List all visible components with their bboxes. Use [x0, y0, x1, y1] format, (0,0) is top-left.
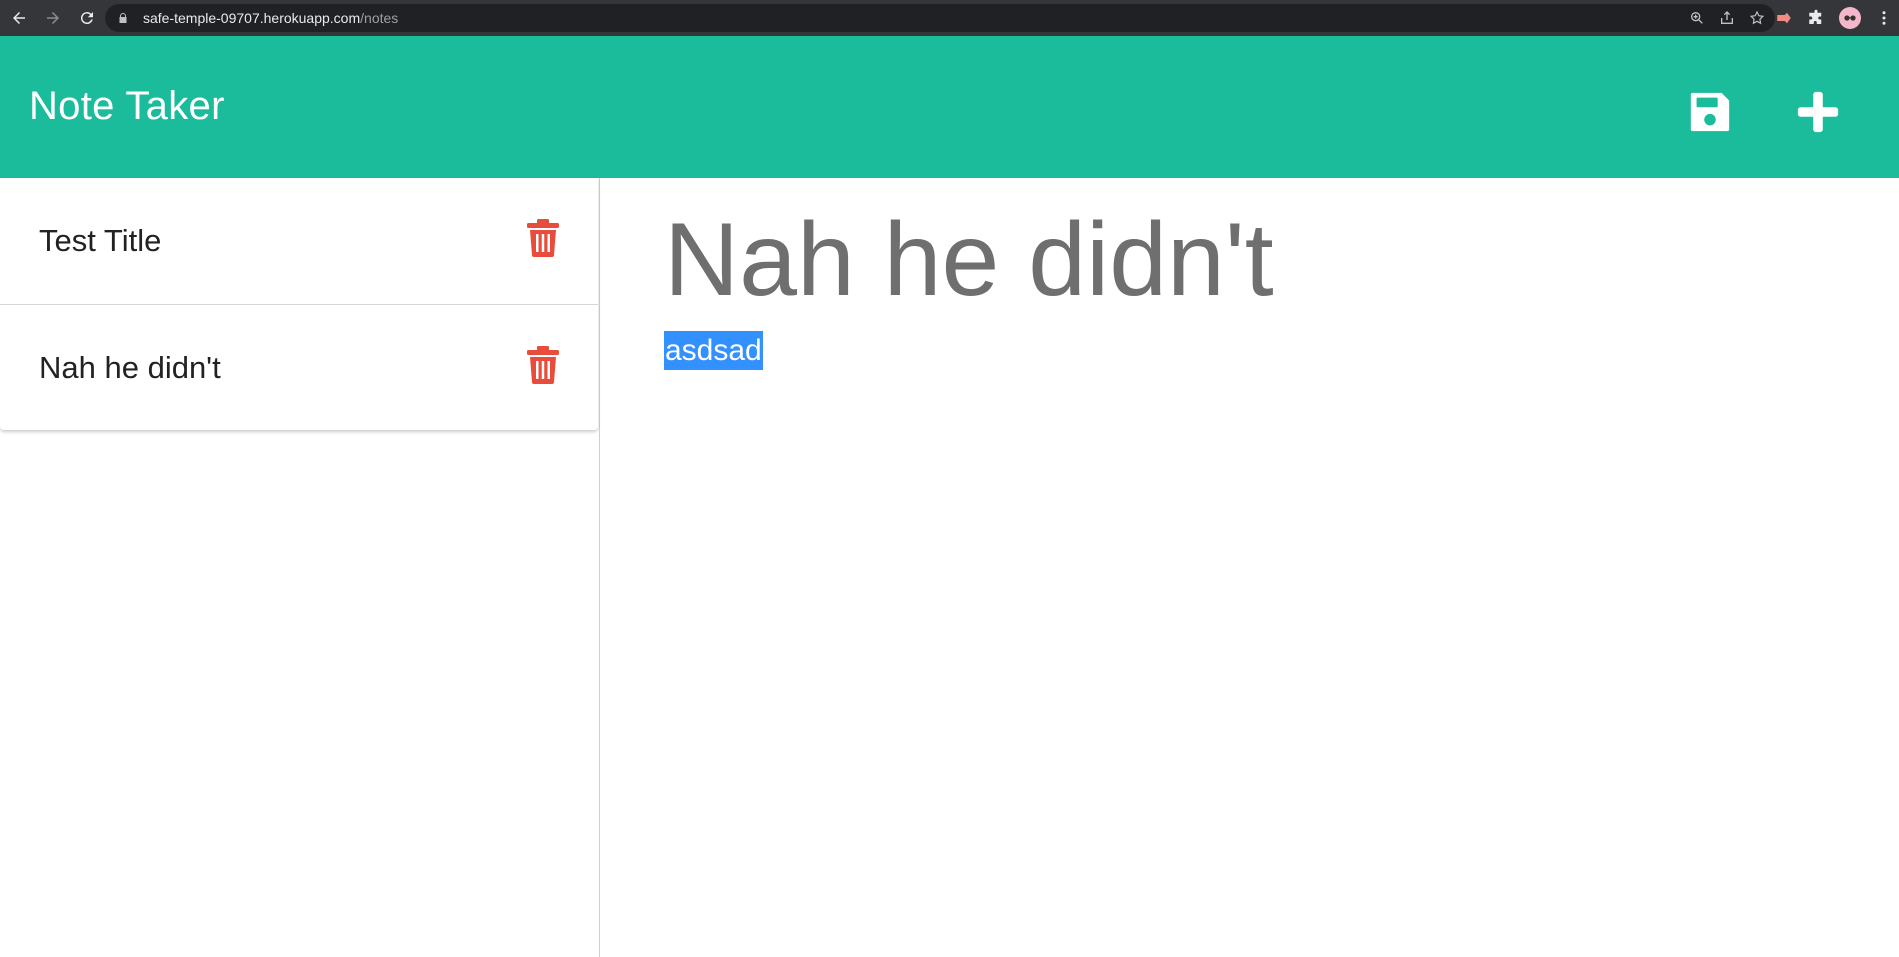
note-text-area[interactable]: asdsad [664, 331, 1814, 834]
list-item[interactable]: Test Title [0, 178, 598, 305]
browser-toolbar: safe-temple-09707.herokuapp.com/notes [0, 0, 1899, 36]
address-bar[interactable]: safe-temple-09707.herokuapp.com/notes [105, 4, 1775, 32]
delete-note-button[interactable] [524, 343, 562, 387]
forward-button[interactable] [38, 3, 68, 33]
kebab-menu-icon[interactable] [1875, 9, 1893, 27]
zoom-icon[interactable] [1689, 10, 1705, 26]
note-list: Test Title Nah he didn't [0, 178, 598, 430]
extension-icon[interactable] [1775, 9, 1793, 27]
app-header: Note Taker [0, 36, 1899, 178]
url-path: /notes [360, 10, 399, 26]
save-note-button[interactable] [1680, 82, 1740, 142]
note-list-title: Nah he didn't [39, 349, 221, 385]
trash-icon [527, 219, 559, 257]
url-host: safe-temple-09707.herokuapp.com [143, 10, 361, 26]
reload-button[interactable] [72, 3, 102, 33]
url-text: safe-temple-09707.herokuapp.com/notes [143, 10, 398, 26]
plus-icon [1797, 91, 1839, 133]
note-list-title: Test Title [39, 223, 162, 258]
note-editor: Nah he didn't asdsad [600, 178, 1899, 957]
app-title: Note Taker [29, 84, 225, 128]
arrow-right-icon [47, 12, 59, 24]
delete-note-button[interactable] [524, 216, 562, 260]
share-icon[interactable] [1719, 10, 1735, 26]
puzzle-icon[interactable] [1807, 9, 1825, 27]
arrow-left-icon [13, 12, 25, 24]
trash-icon [527, 346, 559, 384]
back-button[interactable] [4, 3, 34, 33]
notes-sidebar: Test Title Nah he didn't [0, 178, 600, 957]
new-note-button[interactable] [1788, 82, 1848, 142]
note-title-input[interactable]: Nah he didn't [664, 198, 1814, 323]
list-item[interactable]: Nah he didn't [0, 305, 598, 430]
lock-icon [117, 11, 131, 25]
reload-icon [80, 12, 93, 25]
bookmark-star-icon[interactable] [1749, 10, 1765, 26]
selected-note-text: asdsad [664, 331, 763, 370]
floppy-disk-icon [1690, 92, 1730, 132]
glasses-face-icon [1844, 15, 1856, 21]
profile-avatar[interactable] [1839, 7, 1861, 29]
